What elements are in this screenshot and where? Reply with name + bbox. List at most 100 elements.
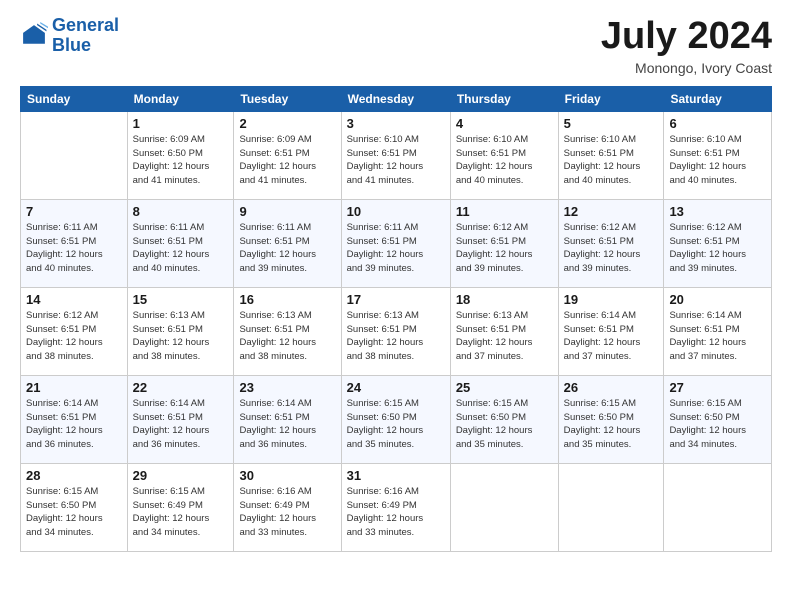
day-info: Sunrise: 6:10 AM Sunset: 6:51 PM Dayligh… [564, 133, 659, 188]
day-info: Sunrise: 6:11 AM Sunset: 6:51 PM Dayligh… [133, 221, 229, 276]
day-number: 1 [133, 116, 229, 131]
page: General Blue July 2024 Monongo, Ivory Co… [0, 0, 792, 612]
day-info: Sunrise: 6:13 AM Sunset: 6:51 PM Dayligh… [133, 309, 229, 364]
calendar-cell: 5 Sunrise: 6:10 AM Sunset: 6:51 PM Daylig… [558, 111, 664, 199]
day-info: Sunrise: 6:15 AM Sunset: 6:50 PM Dayligh… [26, 485, 122, 540]
calendar-week-1: 1 Sunrise: 6:09 AM Sunset: 6:50 PM Daylig… [21, 111, 772, 199]
location: Monongo, Ivory Coast [601, 60, 772, 76]
day-info: Sunrise: 6:11 AM Sunset: 6:51 PM Dayligh… [26, 221, 122, 276]
day-number: 26 [564, 380, 659, 395]
calendar-cell: 15 Sunrise: 6:13 AM Sunset: 6:51 PM Dayli… [127, 287, 234, 375]
calendar-cell: 9Sunrise: 6:11 AM Sunset: 6:51 PM Daylig… [234, 199, 341, 287]
calendar-cell [664, 463, 772, 551]
day-info: Sunrise: 6:13 AM Sunset: 6:51 PM Dayligh… [456, 309, 553, 364]
calendar-week-5: 28 Sunrise: 6:15 AM Sunset: 6:50 PM Dayli… [21, 463, 772, 551]
calendar-header-thursday: Thursday [450, 86, 558, 111]
day-info: Sunrise: 6:10 AM Sunset: 6:51 PM Dayligh… [347, 133, 445, 188]
day-number: 12 [564, 204, 659, 219]
day-number: 23 [239, 380, 335, 395]
day-number: 14 [26, 292, 122, 307]
day-number: 18 [456, 292, 553, 307]
calendar-cell: 20Sunrise: 6:14 AM Sunset: 6:51 PM Dayli… [664, 287, 772, 375]
day-info: Sunrise: 6:15 AM Sunset: 6:49 PM Dayligh… [133, 485, 229, 540]
title-block: July 2024 Monongo, Ivory Coast [601, 16, 772, 76]
day-number: 15 [133, 292, 229, 307]
calendar-header-sunday: Sunday [21, 86, 128, 111]
day-number: 22 [133, 380, 229, 395]
day-info: Sunrise: 6:10 AM Sunset: 6:51 PM Dayligh… [456, 133, 553, 188]
day-info: Sunrise: 6:13 AM Sunset: 6:51 PM Dayligh… [239, 309, 335, 364]
day-number: 3 [347, 116, 445, 131]
calendar-cell: 4Sunrise: 6:10 AM Sunset: 6:51 PM Daylig… [450, 111, 558, 199]
calendar-cell: 18 Sunrise: 6:13 AM Sunset: 6:51 PM Dayli… [450, 287, 558, 375]
calendar-cell: 26 Sunrise: 6:15 AM Sunset: 6:50 PM Dayli… [558, 375, 664, 463]
calendar-cell: 22Sunrise: 6:14 AM Sunset: 6:51 PM Dayli… [127, 375, 234, 463]
calendar-cell: 23 Sunrise: 6:14 AM Sunset: 6:51 PM Dayli… [234, 375, 341, 463]
calendar-header-monday: Monday [127, 86, 234, 111]
day-number: 29 [133, 468, 229, 483]
calendar-cell: 24 Sunrise: 6:15 AM Sunset: 6:50 PM Dayli… [341, 375, 450, 463]
day-number: 5 [564, 116, 659, 131]
day-info: Sunrise: 6:14 AM Sunset: 6:51 PM Dayligh… [564, 309, 659, 364]
day-number: 13 [669, 204, 766, 219]
day-number: 10 [347, 204, 445, 219]
calendar-cell: 29 Sunrise: 6:15 AM Sunset: 6:49 PM Dayli… [127, 463, 234, 551]
day-info: Sunrise: 6:16 AM Sunset: 6:49 PM Dayligh… [347, 485, 445, 540]
day-info: Sunrise: 6:15 AM Sunset: 6:50 PM Dayligh… [564, 397, 659, 452]
day-info: Sunrise: 6:14 AM Sunset: 6:51 PM Dayligh… [669, 309, 766, 364]
day-info: Sunrise: 6:11 AM Sunset: 6:51 PM Dayligh… [239, 221, 335, 276]
calendar-table: SundayMondayTuesdayWednesdayThursdayFrid… [20, 86, 772, 552]
day-info: Sunrise: 6:13 AM Sunset: 6:51 PM Dayligh… [347, 309, 445, 364]
calendar-cell: 31 Sunrise: 6:16 AM Sunset: 6:49 PM Dayli… [341, 463, 450, 551]
day-number: 31 [347, 468, 445, 483]
calendar-cell: 17 Sunrise: 6:13 AM Sunset: 6:51 PM Dayli… [341, 287, 450, 375]
day-info: Sunrise: 6:15 AM Sunset: 6:50 PM Dayligh… [669, 397, 766, 452]
calendar-cell: 16 Sunrise: 6:13 AM Sunset: 6:51 PM Dayli… [234, 287, 341, 375]
calendar-header-saturday: Saturday [664, 86, 772, 111]
calendar-week-2: 7 Sunrise: 6:11 AM Sunset: 6:51 PM Daylig… [21, 199, 772, 287]
day-number: 7 [26, 204, 122, 219]
header: General Blue July 2024 Monongo, Ivory Co… [20, 16, 772, 76]
calendar-cell: 8 Sunrise: 6:11 AM Sunset: 6:51 PM Daylig… [127, 199, 234, 287]
day-number: 28 [26, 468, 122, 483]
calendar-cell [450, 463, 558, 551]
day-number: 16 [239, 292, 335, 307]
day-info: Sunrise: 6:15 AM Sunset: 6:50 PM Dayligh… [456, 397, 553, 452]
month-title: July 2024 [601, 16, 772, 58]
day-number: 6 [669, 116, 766, 131]
day-info: Sunrise: 6:14 AM Sunset: 6:51 PM Dayligh… [239, 397, 335, 452]
calendar-cell: 21Sunrise: 6:14 AM Sunset: 6:51 PM Dayli… [21, 375, 128, 463]
day-number: 21 [26, 380, 122, 395]
logo-general: General [52, 15, 119, 35]
calendar-cell: 30 Sunrise: 6:16 AM Sunset: 6:49 PM Dayli… [234, 463, 341, 551]
day-info: Sunrise: 6:10 AM Sunset: 6:51 PM Dayligh… [669, 133, 766, 188]
logo-text: General Blue [52, 16, 119, 56]
day-number: 27 [669, 380, 766, 395]
logo-icon [20, 22, 48, 50]
day-number: 17 [347, 292, 445, 307]
day-number: 2 [239, 116, 335, 131]
day-number: 8 [133, 204, 229, 219]
calendar-cell: 6 Sunrise: 6:10 AM Sunset: 6:51 PM Daylig… [664, 111, 772, 199]
calendar-cell: 11Sunrise: 6:12 AM Sunset: 6:51 PM Dayli… [450, 199, 558, 287]
day-number: 25 [456, 380, 553, 395]
day-number: 11 [456, 204, 553, 219]
calendar-cell: 2Sunrise: 6:09 AM Sunset: 6:51 PM Daylig… [234, 111, 341, 199]
calendar-header-friday: Friday [558, 86, 664, 111]
day-number: 19 [564, 292, 659, 307]
day-info: Sunrise: 6:09 AM Sunset: 6:50 PM Dayligh… [133, 133, 229, 188]
day-number: 24 [347, 380, 445, 395]
day-number: 30 [239, 468, 335, 483]
day-info: Sunrise: 6:16 AM Sunset: 6:49 PM Dayligh… [239, 485, 335, 540]
calendar-cell: 28 Sunrise: 6:15 AM Sunset: 6:50 PM Dayli… [21, 463, 128, 551]
calendar-header-row: SundayMondayTuesdayWednesdayThursdayFrid… [21, 86, 772, 111]
calendar-cell: 19 Sunrise: 6:14 AM Sunset: 6:51 PM Dayli… [558, 287, 664, 375]
day-info: Sunrise: 6:11 AM Sunset: 6:51 PM Dayligh… [347, 221, 445, 276]
calendar-cell: 13Sunrise: 6:12 AM Sunset: 6:51 PM Dayli… [664, 199, 772, 287]
day-info: Sunrise: 6:12 AM Sunset: 6:51 PM Dayligh… [26, 309, 122, 364]
day-info: Sunrise: 6:15 AM Sunset: 6:50 PM Dayligh… [347, 397, 445, 452]
calendar-header-wednesday: Wednesday [341, 86, 450, 111]
calendar-cell: 27 Sunrise: 6:15 AM Sunset: 6:50 PM Dayli… [664, 375, 772, 463]
logo: General Blue [20, 16, 119, 56]
calendar-cell: 12Sunrise: 6:12 AM Sunset: 6:51 PM Dayli… [558, 199, 664, 287]
